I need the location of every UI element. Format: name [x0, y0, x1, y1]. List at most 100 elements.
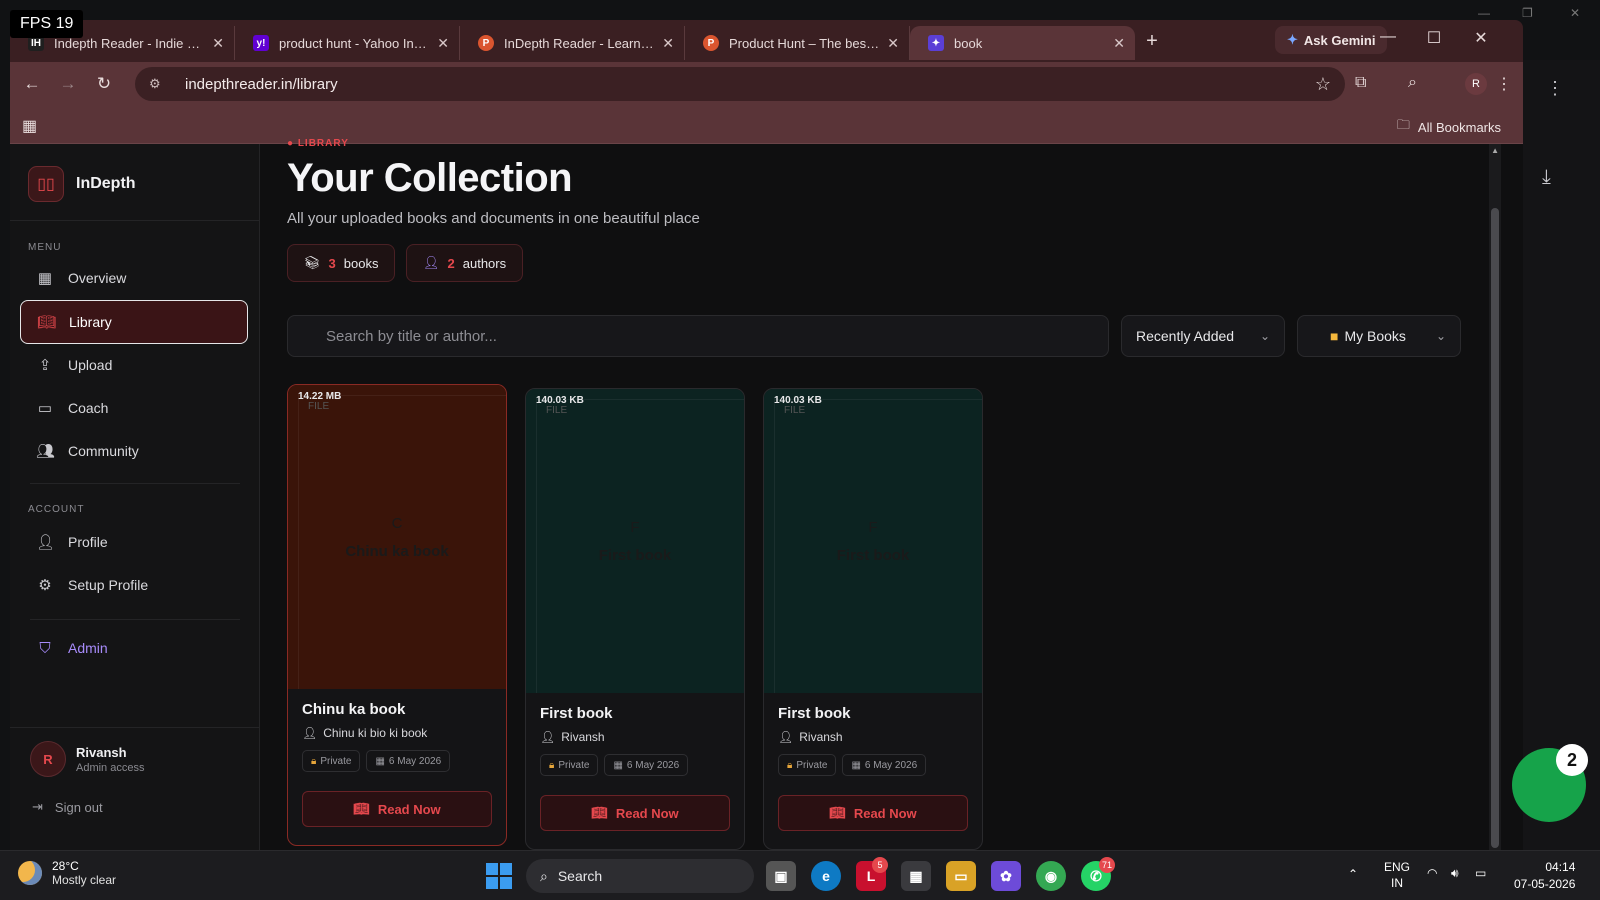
- book-title: First book: [778, 705, 851, 722]
- close-window-icon[interactable]: ✕: [1458, 28, 1504, 48]
- book-card[interactable]: 140.03 KB FILE F First book First book 👤…: [763, 388, 983, 850]
- bolt-favicon-icon: ✦: [928, 35, 944, 51]
- book-open-icon: 📖︎: [353, 801, 370, 816]
- cover-letter: F: [868, 519, 878, 536]
- site-settings-icon[interactable]: ⚙: [149, 76, 171, 92]
- brand[interactable]: ▯▯ InDepth: [28, 166, 136, 202]
- maximize-icon[interactable]: ☐: [1411, 28, 1457, 48]
- user-card[interactable]: R Rivansh Admin access: [30, 741, 144, 777]
- wifi-icon[interactable]: ◠: [1427, 866, 1437, 880]
- sort-value: Recently Added: [1136, 328, 1235, 344]
- apps-grid-icon[interactable]: ▦: [22, 116, 37, 136]
- book-tags: 🔒︎ Private ▦ 6 May 2026: [540, 754, 730, 776]
- store-icon[interactable]: ▦: [901, 861, 931, 891]
- browser-tab-active[interactable]: ✦ book ✕: [910, 26, 1135, 60]
- forward-arrow-icon[interactable]: →: [50, 74, 86, 94]
- file-tag: FILE: [308, 401, 330, 412]
- author-name: Rivansh: [561, 730, 605, 744]
- page-scrollbar[interactable]: ▲: [1489, 144, 1501, 850]
- producthunt-favicon-icon: P: [703, 35, 719, 51]
- edge-icon[interactable]: e: [811, 861, 841, 891]
- book-info: First book 👤︎ Rivansh 🔒︎ Private ▦ 6 May 2…: [540, 705, 730, 776]
- sidebar-item-admin[interactable]: ⛉ Admin: [20, 627, 248, 669]
- tab-title: product hunt - Yahoo India S: [279, 35, 430, 51]
- folder-icon: 🗀: [1396, 117, 1410, 132]
- kebab-menu-icon[interactable]: ⋮: [1496, 74, 1512, 94]
- book-cover[interactable]: 140.03 KB FILE F First book: [526, 389, 744, 693]
- copilot-icon[interactable]: ✿: [991, 861, 1021, 891]
- tab-title: InDepth Reader - Learning m: [504, 35, 655, 51]
- side-panel-menu-icon[interactable]: ⋮: [1546, 78, 1564, 99]
- weather-widget[interactable]: 28°C Mostly clear: [18, 859, 116, 887]
- close-tab-icon[interactable]: ✕: [437, 35, 449, 52]
- cover-title: First book: [598, 547, 672, 564]
- read-now-button[interactable]: 📖︎ Read Now: [778, 795, 968, 831]
- lock-icon: 🔒︎: [311, 755, 317, 767]
- book-card[interactable]: 14.22 MB FILE C Chinu ka book Chinu ka b…: [287, 384, 507, 846]
- sign-out-label: Sign out: [54, 799, 103, 815]
- back-arrow-icon[interactable]: ←: [14, 74, 50, 94]
- read-now-button[interactable]: 📖︎ Read Now: [302, 791, 492, 827]
- scrollbar-thumb[interactable]: [1491, 208, 1499, 848]
- battery-icon[interactable]: ▭: [1475, 866, 1486, 880]
- chevron-up-icon[interactable]: ⌃: [1348, 867, 1358, 881]
- all-bookmarks-button[interactable]: 🗀 All Bookmarks: [1397, 116, 1501, 138]
- book-open-icon: 📖︎: [829, 805, 846, 820]
- book-cover[interactable]: 140.03 KB FILE F First book: [764, 389, 982, 693]
- sidebar-item-upload[interactable]: ⇪ Upload: [20, 344, 248, 386]
- address-bar[interactable]: ⚙ indepthreader.in/library ☆: [135, 67, 1345, 101]
- windows-start-icon[interactable]: [486, 863, 512, 889]
- language-indicator[interactable]: ENG IN: [1384, 859, 1410, 891]
- sidebar-item-overview[interactable]: ▦ Overview: [20, 257, 248, 299]
- chrome-icon[interactable]: ◉: [1036, 861, 1066, 891]
- bookmark-star-icon[interactable]: ☆: [1315, 74, 1331, 95]
- profile-avatar[interactable]: R: [1465, 73, 1487, 95]
- brand-name: InDepth: [76, 175, 136, 192]
- chat-icon: ▭: [37, 400, 53, 417]
- producthunt-favicon-icon: P: [478, 35, 494, 51]
- minimize-icon[interactable]: —: [1365, 28, 1411, 46]
- book-card[interactable]: 140.03 KB FILE F First book First book 👤…: [525, 388, 745, 850]
- book-cover[interactable]: 14.22 MB FILE C Chinu ka book: [288, 385, 506, 689]
- new-tab-button[interactable]: +: [1135, 30, 1169, 53]
- extensions-icon[interactable]: ⧉: [1355, 74, 1366, 92]
- download-icon[interactable]: ⤓: [1542, 166, 1551, 189]
- browser-tab-4[interactable]: P Product Hunt – The best new ✕: [685, 26, 910, 60]
- read-now-label: Read Now: [377, 801, 441, 817]
- sidebar-item-community[interactable]: 👥︎ Community: [20, 430, 248, 472]
- person-icon: 👤︎: [423, 255, 440, 270]
- folder-dropdown[interactable]: ■ My Books ⌄: [1297, 315, 1461, 357]
- file-explorer-icon[interactable]: ▭: [946, 861, 976, 891]
- search-input[interactable]: Search by title or author...: [287, 315, 1109, 357]
- reload-icon[interactable]: ↻: [86, 74, 122, 94]
- desktop-minimize-icon[interactable]: —: [1478, 6, 1490, 20]
- close-tab-icon[interactable]: ✕: [662, 35, 674, 52]
- app-viewport: ▯▯ InDepth MENU ▦ Overview 📖︎ Library ⇪ …: [10, 138, 1523, 850]
- close-tab-icon[interactable]: ✕: [1113, 35, 1125, 52]
- chevron-down-icon: ⌄: [1435, 329, 1446, 343]
- taskbar-search[interactable]: ⌕ Search: [526, 859, 754, 893]
- task-view-icon[interactable]: ▣: [766, 861, 796, 891]
- read-now-button[interactable]: 📖︎ Read Now: [540, 795, 730, 831]
- sign-out-button[interactable]: ⇥ Sign out: [32, 799, 103, 815]
- tab-title: Product Hunt – The best new: [729, 35, 879, 51]
- url-text: indepthreader.in/library: [185, 75, 338, 93]
- desktop-close-icon[interactable]: ✕: [1570, 6, 1580, 20]
- book-title: Chinu ka book: [302, 701, 406, 718]
- sidebar-item-library[interactable]: 📖︎ Library: [20, 300, 248, 344]
- close-tab-icon[interactable]: ✕: [212, 35, 224, 52]
- sort-dropdown[interactable]: Recently Added ⌄: [1121, 315, 1285, 357]
- scroll-up-arrow-icon[interactable]: ▲: [1491, 146, 1499, 155]
- tab-search-icon[interactable]: ⌕: [1408, 74, 1417, 92]
- volume-icon[interactable]: 🔊︎: [1451, 866, 1459, 881]
- desktop-restore-icon[interactable]: ❐: [1522, 6, 1533, 20]
- clock[interactable]: 04:14 07-05-2026: [1514, 859, 1575, 893]
- sidebar-item-profile[interactable]: 👤︎ Profile: [20, 521, 248, 563]
- sidebar-item-setup-profile[interactable]: ⚙ Setup Profile: [20, 564, 248, 606]
- close-tab-icon[interactable]: ✕: [887, 35, 899, 52]
- read-now-label: Read Now: [853, 805, 917, 821]
- sidebar-item-coach[interactable]: ▭ Coach: [20, 387, 248, 429]
- browser-tab-2[interactable]: y! product hunt - Yahoo India S ✕: [235, 26, 460, 60]
- sidebar-item-label: Upload: [68, 357, 113, 373]
- browser-tab-3[interactable]: P InDepth Reader - Learning m ✕: [460, 26, 685, 60]
